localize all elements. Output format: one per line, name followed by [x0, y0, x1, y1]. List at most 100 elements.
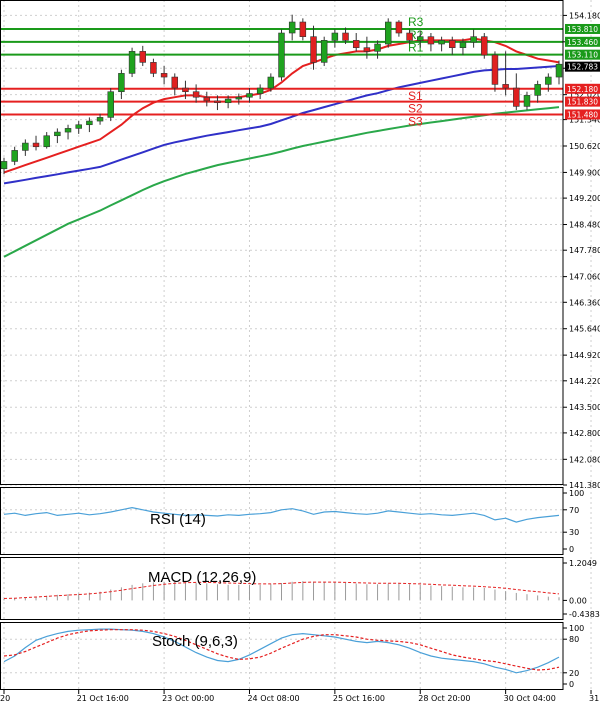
- candle-body: [342, 32, 349, 41]
- candle-body: [320, 40, 328, 63]
- y-tick-label: -0.4383: [569, 610, 600, 619]
- candle-body: [288, 21, 296, 34]
- y-tick-label: 145.640: [569, 325, 600, 334]
- y-tick-label: 147.060: [569, 273, 600, 282]
- level-label-s3: S3: [408, 114, 423, 128]
- candle-body: [384, 21, 392, 45]
- candle-body: [502, 84, 509, 89]
- x-tick-label: 24 Oct 08:00: [247, 694, 299, 703]
- candle-body: [107, 91, 114, 118]
- candle-body: [363, 47, 371, 52]
- candle-body: [513, 87, 520, 107]
- candle-body: [470, 36, 477, 43]
- rsi-title: RSI (14): [150, 511, 206, 528]
- candle-body: [395, 21, 403, 34]
- y-tick-label: 142.080: [569, 455, 600, 464]
- candle-body: [427, 36, 435, 45]
- y-tick-label: 148.480: [569, 221, 600, 230]
- candle-body: [224, 98, 232, 104]
- candle-body: [246, 93, 253, 98]
- y-tick-label: 147.780: [569, 246, 600, 255]
- y-tick-label: 144.220: [569, 377, 600, 386]
- candle-body: [214, 100, 221, 104]
- y-tick-label: 0.00: [569, 596, 587, 605]
- candle-body: [534, 84, 541, 96]
- candle-body: [96, 117, 104, 122]
- current-price-label: 152.783: [567, 63, 598, 72]
- level-label-r1: R1: [408, 41, 424, 55]
- candle-body: [182, 87, 189, 93]
- candle-body: [278, 32, 285, 78]
- candle-body: [438, 40, 445, 45]
- candle-body: [64, 128, 72, 133]
- y-tick-label: 146.360: [569, 298, 600, 307]
- y-tick-label: 30: [569, 528, 579, 537]
- candle-body: [43, 135, 50, 148]
- candle-body: [128, 51, 136, 74]
- candle-body: [171, 76, 179, 89]
- candle: [481, 33, 488, 59]
- candle-body: [235, 96, 243, 100]
- y-tick-label: 0: [569, 680, 574, 689]
- candle-body: [406, 32, 413, 41]
- candle-body: [545, 76, 552, 85]
- level-tag-text-r1: 153.110: [567, 51, 598, 60]
- level-tag-text-r2: 153.460: [567, 38, 598, 47]
- candle-body: [374, 43, 381, 52]
- candle-body: [491, 54, 499, 85]
- candle-body: [310, 36, 317, 63]
- forex-chart: R3R2R1S1S2S3 154.180153.460152.740152.02…: [0, 0, 600, 705]
- candle-body: [11, 150, 18, 162]
- candle-body: [481, 36, 488, 56]
- macd-title: MACD (12,26,9): [148, 569, 256, 586]
- candle-body: [352, 40, 360, 48]
- y-tick-label: 143.500: [569, 403, 600, 412]
- chart-canvas: R3R2R1S1S2S3 154.180153.460152.740152.02…: [0, 0, 600, 705]
- candle-body: [299, 21, 307, 37]
- candle: [384, 18, 392, 48]
- y-tick-label: 20: [569, 669, 579, 678]
- candle-body: [555, 63, 563, 78]
- y-tick-label: 142.800: [569, 429, 600, 438]
- candle-body: [32, 142, 40, 148]
- level-tag-text-s2: 151.830: [567, 98, 598, 107]
- candle: [107, 88, 114, 122]
- candle-body: [150, 62, 157, 74]
- y-tick-label: 80: [569, 635, 579, 644]
- chart-background: [0, 0, 600, 705]
- candle-body: [22, 142, 29, 151]
- candle: [128, 47, 136, 78]
- candle-body: [523, 95, 531, 107]
- x-tick-label: 20: [0, 694, 10, 703]
- candle-body: [160, 73, 168, 78]
- candle-body: [449, 40, 456, 48]
- y-tick-label: 1.2049: [569, 559, 597, 568]
- y-tick-label: 150.620: [569, 142, 600, 151]
- level-tag-text-s3: 151.480: [567, 110, 598, 119]
- candle-body: [139, 51, 146, 63]
- candle: [278, 29, 285, 81]
- level-tag-text-r3: 153.810: [567, 25, 598, 34]
- candle-body: [267, 76, 275, 89]
- candle-body: [54, 131, 61, 137]
- candle-body: [203, 96, 211, 102]
- y-tick-label: 100: [569, 624, 584, 633]
- x-tick-label: 25 Oct 16:00: [333, 694, 385, 703]
- x-tick-label: 23 Oct 00:00: [162, 694, 214, 703]
- stoch-title: Stoch (9,6,3): [152, 633, 238, 650]
- candle-body: [118, 73, 125, 93]
- x-tick-label: 28 Oct 20:00: [418, 694, 470, 703]
- y-tick-label: 144.920: [569, 351, 600, 360]
- candle-body: [459, 41, 467, 48]
- x-tick-label: 21 Oct 16:00: [77, 694, 129, 703]
- candle-body: [75, 124, 82, 129]
- y-tick-label: 70: [569, 506, 579, 515]
- y-tick-label: 149.900: [569, 168, 600, 177]
- candle-body: [331, 32, 339, 41]
- candle-body: [417, 36, 424, 41]
- x-tick-label: 30 Oct 04:00: [504, 694, 556, 703]
- candle-body: [86, 120, 93, 126]
- y-tick-label: 100: [569, 489, 584, 498]
- y-tick-label: 154.180: [569, 11, 600, 20]
- level-tag-text-s1: 152.180: [567, 85, 598, 94]
